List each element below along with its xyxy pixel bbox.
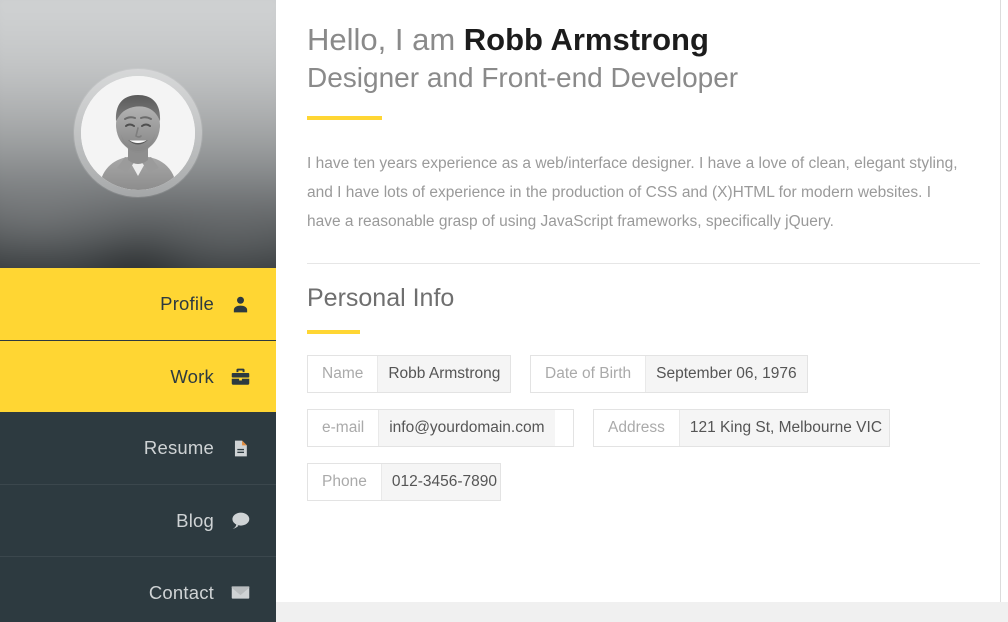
sidebar-item-resume[interactable]: Resume	[0, 412, 276, 484]
field-address[interactable]: Address 121 King St, Melbourne VIC	[593, 409, 890, 448]
sidebar-item-profile[interactable]: Profile	[0, 268, 276, 340]
page-title: Hello, I am Robb Armstrong	[307, 22, 972, 59]
sidebar-item-label: Work	[170, 365, 214, 387]
field-value: 121 King St, Melbourne VIC	[678, 410, 889, 447]
field-label: Phone	[308, 464, 381, 501]
field-row: Name Robb Armstrong Date of Birth Septem…	[307, 355, 972, 394]
document-icon	[228, 436, 252, 460]
field-value: Robb Armstrong	[377, 356, 510, 393]
sidebar-photo-area	[0, 0, 276, 268]
field-row: e-mail info@yourdomain.com Address 121 K…	[307, 409, 972, 448]
sidebar-item-work[interactable]: Work	[0, 340, 276, 412]
main-content: Hello, I am Robb Armstrong Designer and …	[276, 0, 1001, 602]
envelope-icon	[228, 581, 252, 605]
field-label: Name	[308, 356, 378, 393]
section-accent-bar	[307, 330, 360, 335]
field-label: e-mail	[308, 410, 379, 447]
user-portrait-icon	[81, 76, 195, 190]
field-value: info@yourdomain.com	[378, 410, 555, 447]
owner-name: Robb Armstrong	[463, 22, 709, 57]
page-subtitle: Designer and Front-end Developer	[307, 61, 739, 93]
right-gutter	[1001, 0, 1008, 602]
personal-info-fields: Name Robb Armstrong Date of Birth Septem…	[307, 355, 972, 502]
field-label: Address	[594, 410, 679, 447]
sidebar-item-label: Blog	[176, 509, 214, 531]
briefcase-icon	[228, 365, 252, 389]
sidebar-item-blog[interactable]: Blog	[0, 484, 276, 556]
page-root: Profile Work Resume Blog Contact Hello, …	[0, 0, 1008, 622]
field-value: 012-3456-7890	[380, 464, 500, 501]
field-value: September 06, 1976	[645, 356, 807, 393]
field-phone[interactable]: Phone 012-3456-7890	[307, 463, 501, 502]
avatar	[81, 76, 195, 190]
greeting-prefix: Hello, I am	[307, 22, 464, 57]
field-date-of-birth[interactable]: Date of Birth September 06, 1976	[530, 355, 808, 394]
section-divider	[307, 263, 980, 265]
field-email[interactable]: e-mail info@yourdomain.com	[307, 409, 574, 448]
sidebar-item-label: Profile	[160, 293, 214, 314]
field-name[interactable]: Name Robb Armstrong	[307, 355, 511, 394]
sidebar-item-label: Contact	[148, 581, 214, 603]
title-accent-bar	[307, 115, 382, 120]
field-row: Phone 012-3456-7890	[307, 463, 972, 502]
speech-bubble-icon	[228, 509, 252, 533]
intro-paragraph: I have ten years experience as a web/int…	[307, 154, 958, 231]
sidebar-nav: Profile Work Resume Blog Contact	[0, 268, 276, 622]
sidebar-item-contact[interactable]: Contact	[0, 556, 276, 622]
field-label: Date of Birth	[531, 356, 646, 393]
section-title-personal-info: Personal Info	[307, 284, 455, 313]
person-icon	[228, 292, 252, 316]
sidebar: Profile Work Resume Blog Contact	[0, 0, 276, 622]
sidebar-item-label: Resume	[143, 437, 214, 458]
footer-band	[276, 602, 1008, 622]
